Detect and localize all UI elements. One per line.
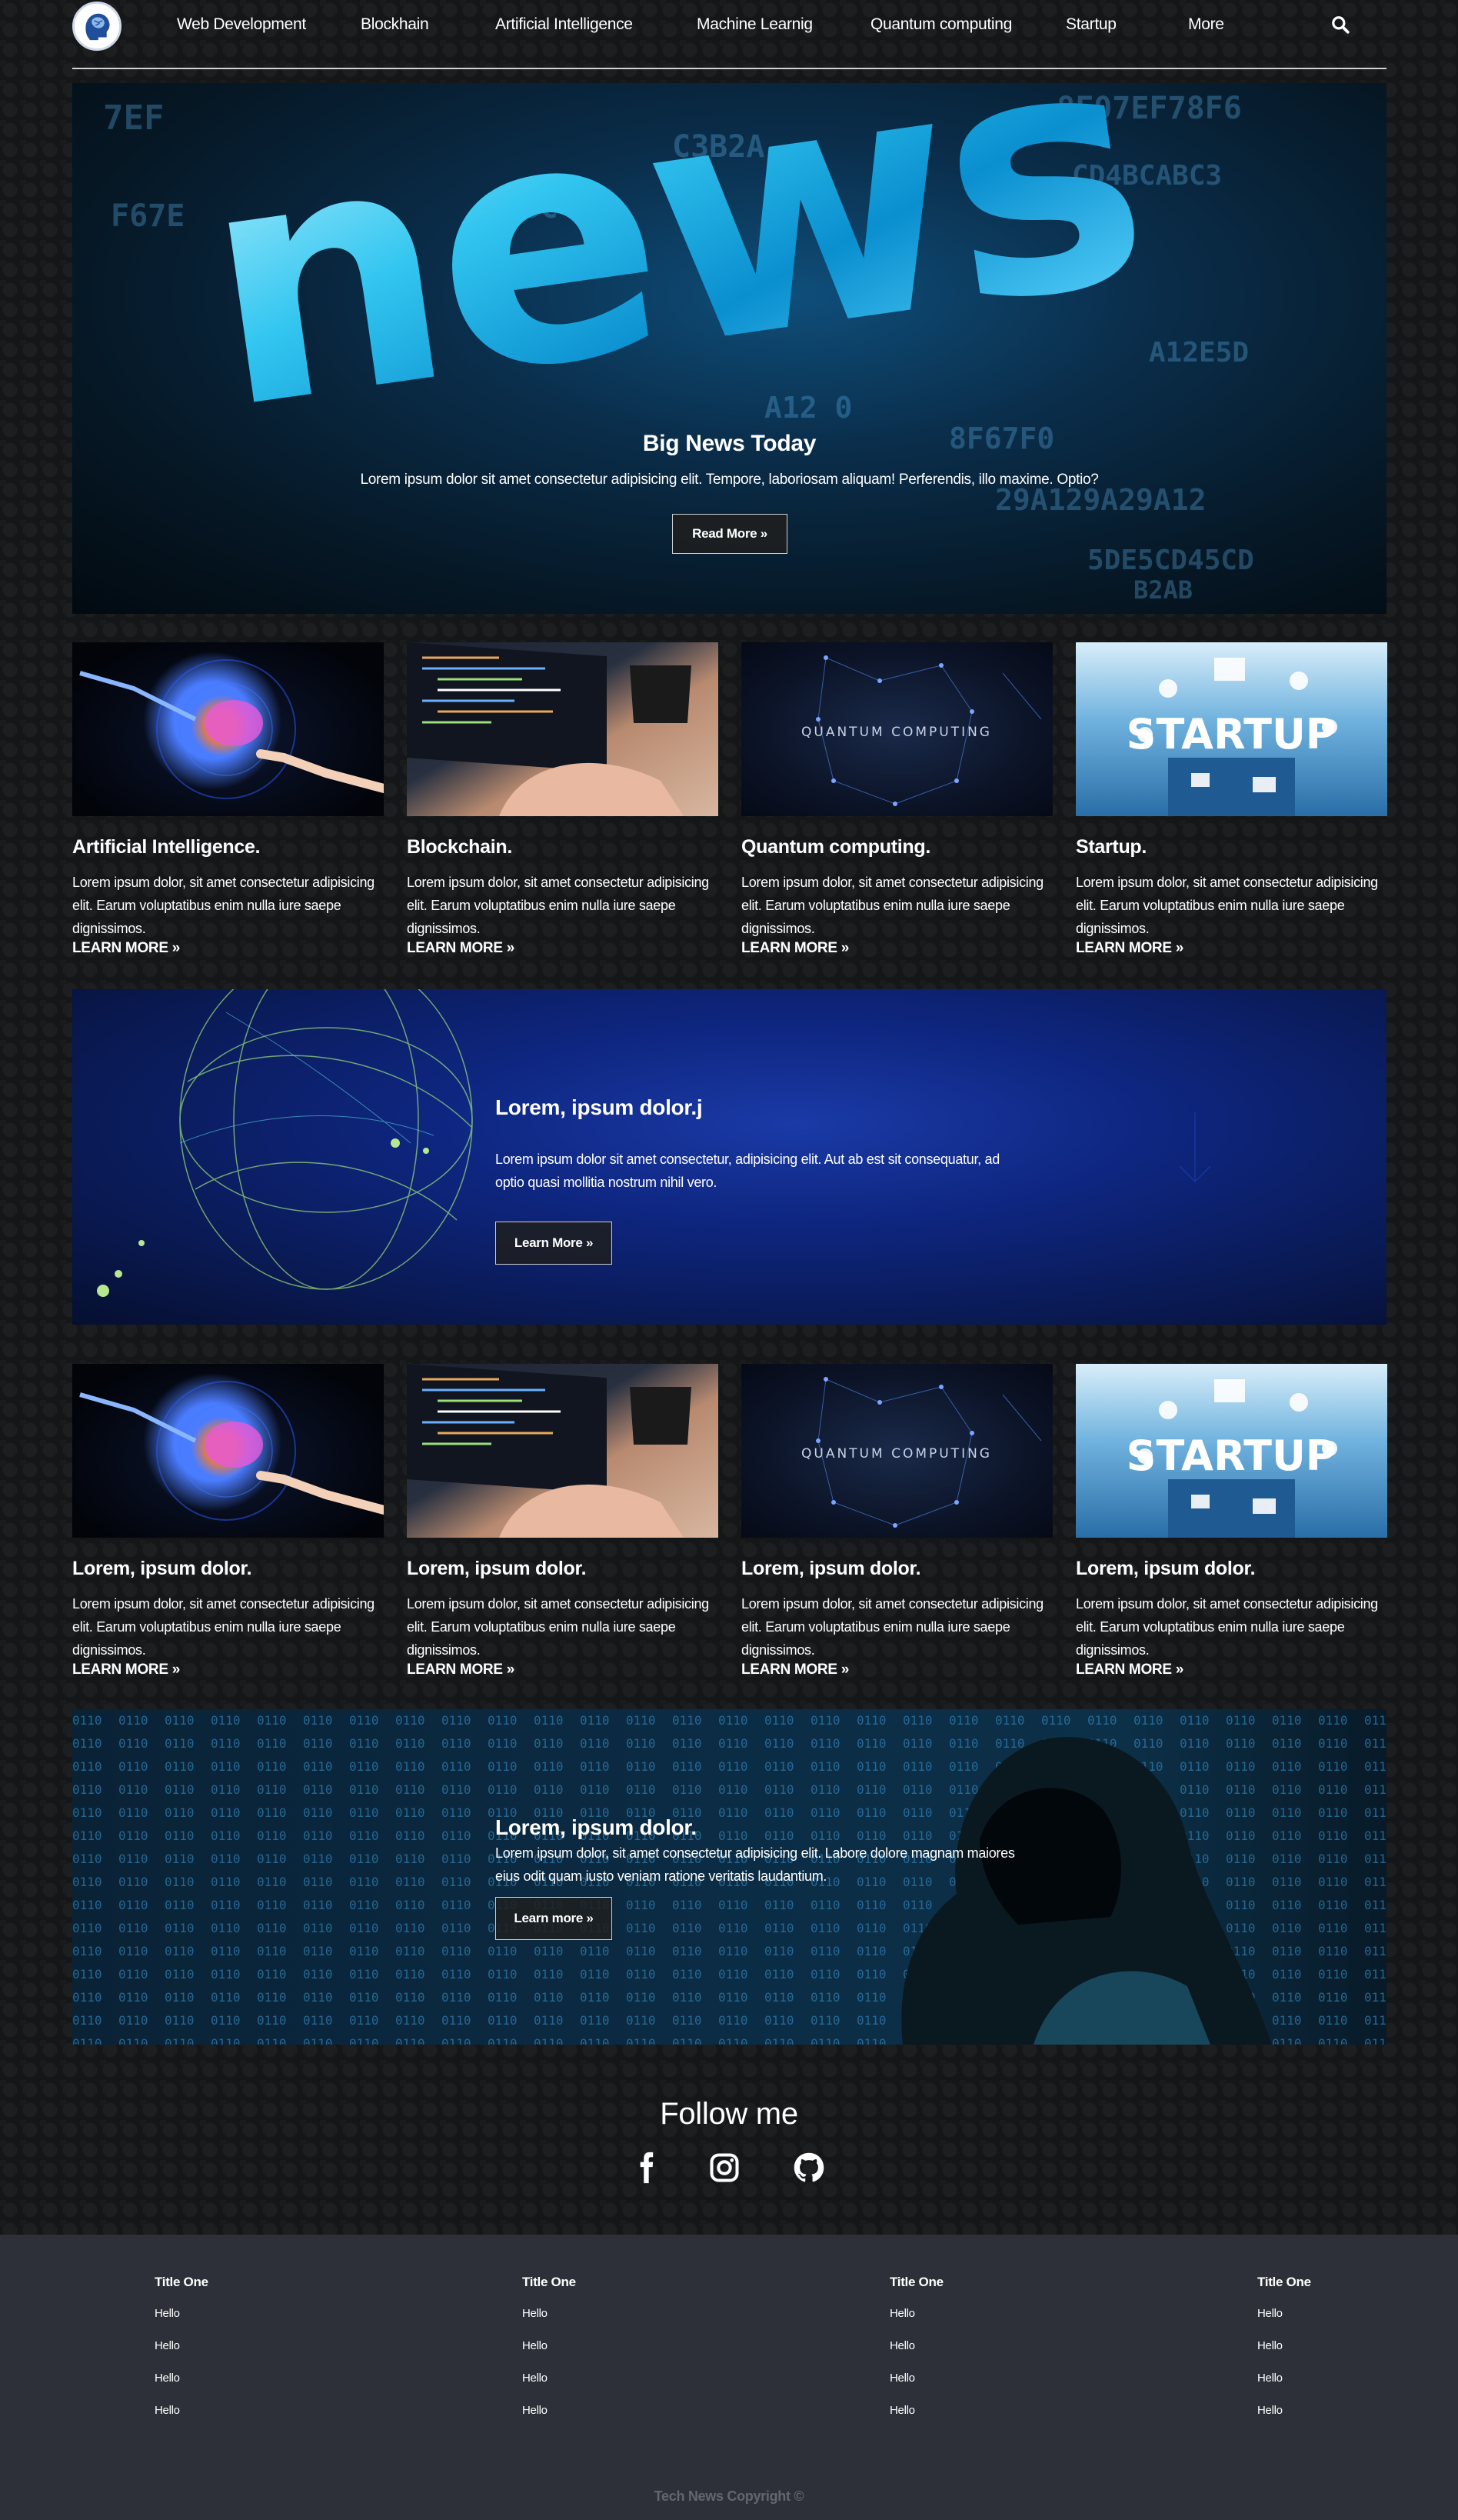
- card-text: Lorem ipsum dolor, sit amet consectetur …: [1076, 875, 1378, 936]
- navbar: Web Development Blockhain Artificial Int…: [72, 0, 1386, 69]
- footer-link[interactable]: Hello: [155, 2372, 385, 2404]
- footer-column: Title One Hello Hello Hello Hello: [1257, 2275, 1434, 2436]
- feature-banner-globe: Lorem, ipsum dolor.j Lorem ipsum dolor s…: [72, 989, 1386, 1325]
- footer-link[interactable]: Hello: [522, 2372, 753, 2404]
- card-image-quantum[interactable]: QUANTUM COMPUTING: [741, 1364, 1053, 1538]
- footer-column: Title One Hello Hello Hello Hello: [155, 2275, 385, 2436]
- learn-more-link[interactable]: LEARN MORE »: [1076, 940, 1183, 957]
- footer-link[interactable]: Hello: [1257, 2372, 1434, 2404]
- nav-quantum-computing[interactable]: Quantum computing: [870, 15, 1012, 34]
- startup-caption: STARTUP: [1127, 710, 1336, 758]
- card-lorem-4: STARTUP Lorem, ipsum dolor. Lorem ipsum …: [1076, 1364, 1387, 1687]
- hero-title: Big News Today: [642, 431, 817, 456]
- footer-link[interactable]: Hello: [890, 2307, 1120, 2339]
- footer-column-title: Title One: [522, 2275, 576, 2289]
- footer-link[interactable]: Hello: [890, 2404, 1120, 2436]
- card-lorem-1: Lorem, ipsum dolor. Lorem ipsum dolor, s…: [72, 1364, 384, 1687]
- copyright-text: Tech News Copyright ©: [654, 2488, 804, 2504]
- card-text: Lorem ipsum dolor, sit amet consectetur …: [407, 1596, 709, 1658]
- card-startup: STARTUP Startup. Lorem ipsum dolor, sit …: [1076, 642, 1387, 965]
- banner-text: Lorem ipsum dolor, sit amet consectetur …: [495, 1845, 1015, 1884]
- card-title: Lorem, ipsum dolor.: [407, 1558, 587, 1579]
- footer-link[interactable]: Hello: [1257, 2339, 1434, 2372]
- quantum-caption: QUANTUM COMPUTING: [801, 725, 992, 740]
- learn-more-link[interactable]: LEARN MORE »: [72, 940, 180, 957]
- learn-more-link[interactable]: LEARN MORE »: [407, 940, 514, 957]
- learn-more-link[interactable]: LEARN MORE »: [741, 1662, 849, 1678]
- card-text: Lorem ipsum dolor, sit amet consectetur …: [407, 875, 709, 936]
- card-title: Lorem, ipsum dolor.: [1076, 1558, 1256, 1579]
- follow-title: Follow me: [660, 2097, 798, 2131]
- card-image-laptop[interactable]: [407, 642, 718, 816]
- card-image-laptop[interactable]: [407, 1364, 718, 1538]
- learn-more-link[interactable]: LEARN MORE »: [1076, 1662, 1183, 1678]
- card-image-ai[interactable]: [72, 1364, 384, 1538]
- search-icon[interactable]: [1330, 15, 1350, 35]
- footer-column: Title One Hello Hello Hello Hello: [890, 2275, 1120, 2436]
- card-title: Artificial Intelligence.: [72, 836, 261, 858]
- card-blockchain: Blockchain. Lorem ipsum dolor, sit amet …: [407, 642, 718, 965]
- learn-more-button[interactable]: Learn More »: [495, 1222, 612, 1265]
- card-title: Lorem, ipsum dolor.: [72, 1558, 252, 1579]
- nav-blockchain[interactable]: Blockhain: [361, 15, 429, 34]
- card-artificial-intelligence: Artificial Intelligence. Lorem ipsum dol…: [72, 642, 384, 965]
- quantum-caption: QUANTUM COMPUTING: [801, 1446, 992, 1462]
- footer-link[interactable]: Hello: [522, 2339, 753, 2372]
- card-lorem-3: QUANTUM COMPUTING Lorem, ipsum dolor. Lo…: [741, 1364, 1053, 1687]
- footer-link[interactable]: Hello: [155, 2307, 385, 2339]
- footer-link[interactable]: Hello: [155, 2339, 385, 2372]
- footer: Title One Hello Hello Hello Hello Title …: [0, 2235, 1458, 2520]
- footer-link[interactable]: Hello: [522, 2404, 753, 2436]
- startup-caption: STARTUP: [1127, 1432, 1336, 1480]
- banner-text: Lorem ipsum dolor sit amet consectetur, …: [495, 1152, 1000, 1190]
- card-title: Lorem, ipsum dolor.: [741, 1558, 921, 1579]
- site-logo[interactable]: [72, 2, 122, 51]
- footer-link[interactable]: Hello: [1257, 2307, 1434, 2339]
- card-text: Lorem ipsum dolor, sit amet consectetur …: [72, 875, 374, 936]
- learn-more-button[interactable]: Learn more »: [495, 1897, 612, 1940]
- nav-web-development[interactable]: Web Development: [177, 15, 306, 34]
- learn-more-link[interactable]: LEARN MORE »: [407, 1662, 514, 1678]
- hero-text: Lorem ipsum dolor sit amet consectetur a…: [360, 472, 1099, 488]
- banner-title: Lorem, ipsum dolor.j: [495, 1095, 703, 1119]
- footer-link[interactable]: Hello: [155, 2404, 385, 2436]
- card-text: Lorem ipsum dolor, sit amet consectetur …: [72, 1596, 374, 1658]
- footer-column-title: Title One: [155, 2275, 208, 2289]
- nav-artificial-intelligence[interactable]: Artificial Intelligence: [495, 15, 633, 34]
- brain-head-logo-icon: [75, 5, 118, 48]
- card-image-quantum[interactable]: QUANTUM COMPUTING: [741, 642, 1053, 816]
- card-lorem-2: Lorem, ipsum dolor. Lorem ipsum dolor, s…: [407, 1364, 718, 1687]
- hero-banner: 7EF C3B2A 8F07EF78F6 CD4BCABC3 F67E DE5C…: [72, 83, 1386, 614]
- footer-link[interactable]: Hello: [1257, 2404, 1434, 2436]
- feature-banner-hacker: 0110 Lorem, ipsum dolor. Lorem ipsum dol…: [72, 1709, 1386, 2045]
- hero-news-graphic: news: [184, 83, 1160, 483]
- card-text: Lorem ipsum dolor, sit amet consectetur …: [741, 1596, 1044, 1658]
- footer-link[interactable]: Hello: [890, 2339, 1120, 2372]
- nav-startup[interactable]: Startup: [1066, 15, 1117, 34]
- read-more-button[interactable]: Read More »: [672, 514, 787, 554]
- card-image-ai[interactable]: [72, 642, 384, 816]
- banner-title: Lorem, ipsum dolor.: [495, 1815, 697, 1839]
- card-image-startup[interactable]: STARTUP: [1076, 1364, 1387, 1538]
- card-title: Startup.: [1076, 836, 1147, 858]
- instagram-icon[interactable]: [707, 2151, 741, 2185]
- nav-machine-learning[interactable]: Machine Learnig: [697, 15, 813, 34]
- facebook-icon[interactable]: [629, 2151, 663, 2185]
- footer-column-title: Title One: [890, 2275, 944, 2289]
- card-title: Quantum computing.: [741, 836, 930, 858]
- card-quantum-computing: QUANTUM COMPUTING Quantum computing. Lor…: [741, 642, 1053, 965]
- card-image-startup[interactable]: STARTUP: [1076, 642, 1387, 816]
- nav-more[interactable]: More: [1188, 15, 1224, 34]
- footer-link[interactable]: Hello: [522, 2307, 753, 2339]
- learn-more-link[interactable]: LEARN MORE »: [741, 940, 849, 957]
- footer-column-title: Title One: [1257, 2275, 1311, 2289]
- footer-column: Title One Hello Hello Hello Hello: [522, 2275, 753, 2436]
- footer-link[interactable]: Hello: [890, 2372, 1120, 2404]
- github-icon[interactable]: [792, 2151, 826, 2185]
- card-title: Blockchain.: [407, 836, 513, 858]
- card-text: Lorem ipsum dolor, sit amet consectetur …: [741, 875, 1044, 936]
- card-text: Lorem ipsum dolor, sit amet consectetur …: [1076, 1596, 1378, 1658]
- learn-more-link[interactable]: LEARN MORE »: [72, 1662, 180, 1678]
